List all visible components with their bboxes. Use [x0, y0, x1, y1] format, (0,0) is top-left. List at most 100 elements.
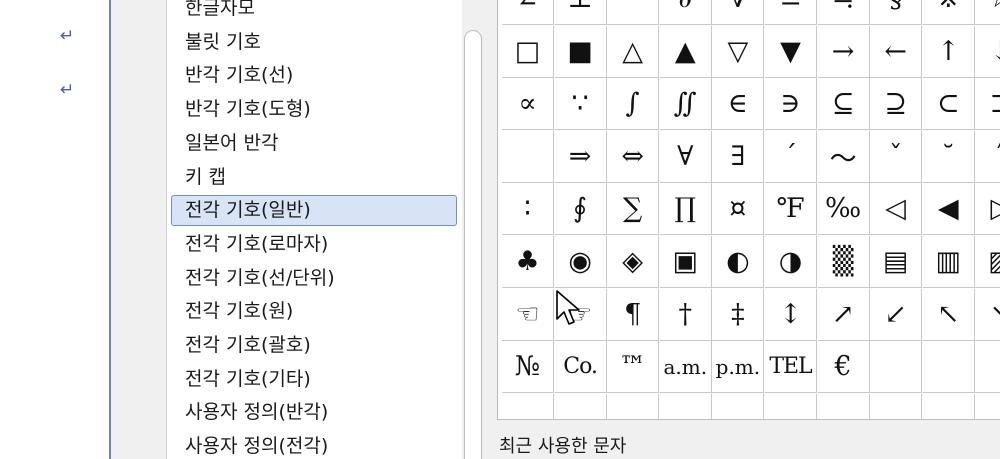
symbol-cell[interactable]: № — [502, 341, 554, 394]
symbol-cell[interactable]: ≡ — [765, 0, 817, 25]
symbol-cell[interactable]: ↙ — [870, 288, 923, 341]
symbol-cell[interactable] — [922, 341, 975, 394]
symbol-cell[interactable]: ♣ — [502, 236, 554, 288]
category-item[interactable]: 한글자모 — [171, 0, 457, 24]
symbol-cell[interactable]: ▒ — [817, 236, 870, 288]
symbol-cell[interactable]: ⊂ — [922, 78, 975, 131]
symbol-cell[interactable]: ⌒ — [607, 0, 660, 25]
symbol-cell[interactable]: ˝ — [975, 131, 1000, 183]
symbol-cell[interactable]: TEL — [765, 341, 817, 394]
symbol-cell[interactable] — [607, 393, 660, 419]
symbol-cell[interactable]: ▤ — [870, 236, 923, 288]
category-item[interactable]: 전각 기호(기타) — [171, 364, 457, 395]
category-list[interactable]: 한글자모 불릿 기호 반각 기호(선) 반각 기호(도형) 일본어 반각 키 캡 전각 기호… — [166, 0, 464, 459]
symbol-cell[interactable] — [975, 394, 1000, 419]
symbol-cell[interactable]: ™ — [607, 341, 660, 394]
category-item[interactable]: 키 캡 — [171, 162, 457, 193]
symbol-cell[interactable]: ↖ — [922, 288, 975, 341]
symbol-cell[interactable] — [502, 393, 554, 419]
symbol-cell[interactable]: ∵ — [554, 78, 607, 131]
category-item[interactable]: 전각 기호(로마자) — [171, 229, 457, 260]
symbol-cell[interactable]: ≒ — [817, 0, 870, 25]
symbol-cell[interactable]: ▨ — [975, 236, 1000, 288]
symbol-cell[interactable]: ▣ — [659, 236, 712, 288]
symbol-cell[interactable]: ▲ — [659, 25, 712, 78]
symbol-cell[interactable]: ∀ — [659, 130, 712, 183]
symbol-cell[interactable]: ∫ — [607, 78, 660, 131]
symbol-cell[interactable]: ⊃ — [975, 78, 1000, 131]
symbol-cell[interactable]: ↑ — [922, 25, 975, 78]
symbol-cell[interactable]: ☜ — [502, 288, 554, 341]
symbol-cell[interactable]: a.m. — [659, 341, 712, 394]
symbol-cell[interactable]: → — [817, 25, 870, 78]
symbol-cell[interactable]: ∇ — [712, 0, 765, 25]
symbol-cell[interactable]: ◑ — [765, 236, 817, 288]
symbol-cell[interactable]: ∈ — [712, 78, 765, 131]
symbol-cell[interactable] — [870, 341, 923, 394]
symbol-cell[interactable]: † — [659, 288, 712, 341]
category-item[interactable]: 사용자 정의(반각) — [171, 397, 457, 428]
symbol-cell[interactable] — [660, 393, 712, 419]
symbol-cell[interactable]: □ — [502, 25, 554, 78]
symbol-cell[interactable]: ☆ — [975, 0, 1000, 25]
symbol-cell[interactable]: ▽ — [712, 25, 765, 78]
category-item[interactable]: 일본어 반각 — [171, 128, 457, 159]
symbol-cell[interactable]: € — [817, 341, 870, 394]
category-item[interactable]: 전각 기호(괄호) — [171, 330, 457, 361]
symbol-cell[interactable]: ⇒ — [554, 130, 607, 183]
symbol-cell[interactable] — [555, 393, 607, 419]
category-item[interactable]: 불릿 기호 — [171, 27, 457, 58]
category-item[interactable]: 전각 기호(선/단위) — [171, 263, 457, 294]
category-item[interactable]: 반각 기호(도형) — [171, 94, 457, 125]
symbol-cell[interactable]: ◁ — [870, 183, 923, 236]
symbol-cell[interactable]: ℉ — [765, 183, 817, 236]
symbol-cell[interactable]: ˘ — [922, 130, 975, 183]
category-item[interactable]: 전각 기호(원) — [171, 296, 457, 327]
symbol-cell[interactable]: ◀ — [922, 183, 975, 236]
symbol-cell[interactable]: ∝ — [502, 78, 554, 131]
symbol-cell[interactable]: p.m. — [712, 341, 765, 394]
symbol-cell[interactable]: ⇔ — [607, 130, 660, 183]
symbol-cell[interactable]: ´ — [765, 130, 817, 183]
symbol-cell[interactable]: ← — [870, 25, 923, 78]
symbol-cell[interactable]: ◐ — [712, 236, 765, 288]
symbol-cell[interactable]: ⊥ — [554, 0, 607, 25]
symbol-cell[interactable]: ∮ — [554, 183, 607, 236]
symbol-cell[interactable]: ∶ — [502, 183, 554, 236]
symbol-cell[interactable]: ¤ — [712, 183, 765, 236]
symbol-cell[interactable] — [818, 393, 870, 419]
symbol-cell[interactable]: ‰ — [817, 183, 870, 236]
symbol-cell[interactable]: △ — [607, 25, 660, 78]
symbol-cell[interactable]: ‡ — [712, 288, 765, 341]
symbol-cell[interactable] — [923, 393, 975, 419]
category-item-selected[interactable]: 전각 기호(일반) — [171, 195, 457, 227]
symbol-cell[interactable]: ˇ — [870, 130, 923, 183]
symbol-cell[interactable]: Co. — [554, 341, 607, 394]
symbol-cell[interactable]: ■ — [554, 25, 607, 78]
symbol-cell[interactable]: ∃ — [712, 130, 765, 183]
symbol-cell[interactable]: ～ — [817, 130, 870, 183]
symbol-cell[interactable]: ∏ — [659, 183, 712, 236]
symbol-cell[interactable]: ▥ — [922, 236, 975, 288]
symbol-cell[interactable]: ↓ — [975, 26, 1000, 78]
symbol-cell[interactable]: ∂ — [659, 0, 712, 25]
symbol-cell[interactable] — [975, 341, 1000, 394]
symbol-cell[interactable]: ⊆ — [817, 78, 870, 131]
symbol-cell[interactable]: ◉ — [554, 236, 607, 288]
symbol-cell[interactable]: ∬ — [659, 78, 712, 131]
symbol-cell[interactable]: ∠ — [502, 0, 554, 25]
symbol-cell[interactable]: ¶ — [607, 288, 660, 341]
symbol-cell[interactable]: ↕ — [765, 288, 817, 341]
category-scrollbar-thumb[interactable] — [464, 30, 482, 459]
category-item[interactable]: 반각 기호(선) — [171, 60, 457, 91]
symbol-cell[interactable]: ▷ — [975, 183, 1000, 236]
symbol-cell[interactable]: ◈ — [607, 236, 660, 288]
symbol-cell[interactable]: ▼ — [765, 25, 817, 78]
symbol-cell[interactable] — [870, 393, 923, 419]
symbol-cell[interactable]: ↗ — [817, 288, 870, 341]
symbol-cell[interactable] — [712, 393, 765, 419]
symbol-cell[interactable]: ∋ — [765, 78, 817, 131]
symbol-cell[interactable]: ⊇ — [870, 78, 923, 131]
symbol-cell[interactable] — [765, 393, 817, 419]
category-item[interactable]: 사용자 정의(전각) — [171, 431, 457, 459]
